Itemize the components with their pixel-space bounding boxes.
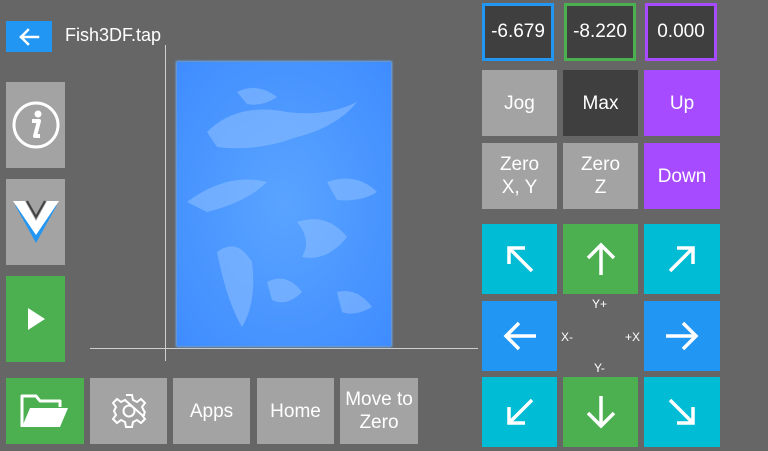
arrow-left-icon: [503, 321, 536, 351]
zero-z-button[interactable]: Zero Z: [563, 143, 638, 209]
zero-xy-button[interactable]: Zero X, Y: [482, 143, 557, 209]
gear-icon: [111, 394, 146, 428]
arrow-down-left-icon: [506, 398, 533, 425]
y-minus-label: Y-: [594, 361, 605, 375]
open-file-button[interactable]: [6, 378, 84, 444]
arrow-left-icon: [19, 27, 40, 46]
preview-x-axis: [90, 348, 478, 349]
jog-right-button[interactable]: [644, 301, 720, 371]
play-icon: [27, 308, 45, 330]
logo-button[interactable]: [6, 179, 65, 265]
file-name: Fish3DF.tap: [65, 25, 162, 45]
max-button[interactable]: Max: [563, 70, 638, 136]
jog-left-button[interactable]: [482, 301, 557, 371]
back-button[interactable]: [6, 21, 52, 52]
home-button[interactable]: Home: [257, 378, 334, 444]
jog-button[interactable]: Jog: [482, 70, 557, 136]
z-coordinate-readout[interactable]: 0.000: [645, 3, 717, 61]
folder-open-icon: [20, 394, 68, 427]
move-to-zero-button[interactable]: Move to Zero: [340, 378, 418, 444]
up-button[interactable]: Up: [644, 70, 720, 136]
y-coordinate-value: -8.220: [573, 21, 627, 42]
info-icon: [12, 101, 59, 149]
arrow-down-icon: [586, 396, 615, 429]
v-logo-icon: [12, 200, 59, 243]
y-plus-label: Y+: [592, 297, 608, 311]
run-button[interactable]: [6, 276, 65, 362]
arrow-up-left-icon: [506, 246, 533, 273]
arrow-right-icon: [666, 321, 699, 351]
y-coordinate-readout[interactable]: -8.220: [564, 3, 636, 61]
apps-button[interactable]: Apps: [173, 378, 250, 444]
z-coordinate-value: 0.000: [657, 21, 705, 42]
jog-down-button[interactable]: [563, 377, 638, 447]
arrow-up-right-icon: [668, 246, 695, 273]
x-minus-label: X-: [561, 330, 573, 344]
jog-down-right-button[interactable]: [644, 377, 720, 447]
jog-up-button[interactable]: [563, 224, 638, 294]
toolpath-preview-image: [177, 62, 391, 346]
x-coordinate-readout[interactable]: -6.679: [482, 3, 554, 61]
arrow-down-right-icon: [668, 398, 695, 425]
arrow-up-icon: [586, 242, 615, 275]
jog-up-left-button[interactable]: [482, 224, 557, 294]
x-coordinate-value: -6.679: [491, 21, 545, 42]
preview-y-axis: [165, 45, 166, 361]
settings-button[interactable]: [90, 378, 167, 444]
jog-up-right-button[interactable]: [644, 224, 720, 294]
info-button[interactable]: [6, 82, 65, 168]
down-button[interactable]: Down: [644, 143, 720, 209]
jog-down-left-button[interactable]: [482, 377, 557, 447]
x-plus-label: +X: [625, 330, 641, 344]
